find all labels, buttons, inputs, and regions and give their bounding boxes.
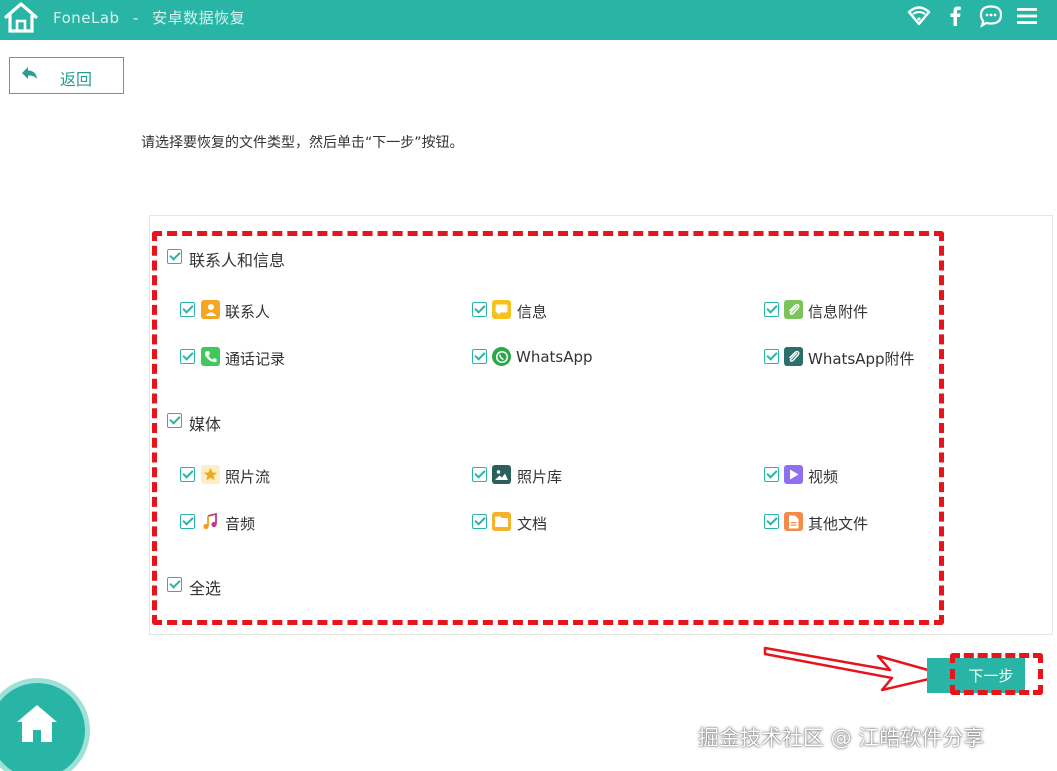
home-button[interactable] — [0, 678, 90, 771]
menu-icon[interactable] — [1015, 4, 1039, 28]
back-button-label: 返回 — [60, 70, 93, 89]
annotation-highlight-box — [152, 231, 944, 625]
wifi-icon[interactable] — [907, 4, 931, 28]
back-button[interactable]: 返回 — [9, 57, 124, 94]
facebook-icon[interactable] — [943, 4, 967, 28]
chat-icon[interactable] — [979, 4, 1003, 28]
app-title: FoneLab - 安卓数据恢复 — [53, 7, 245, 28]
app-name: FoneLab — [53, 9, 120, 27]
module-name: 安卓数据恢复 — [152, 9, 246, 27]
instruction-text: 请选择要恢复的文件类型，然后单击“下一步”按钮。 — [141, 135, 464, 151]
title-bar: FoneLab - 安卓数据恢复 — [0, 0, 1057, 40]
annotation-arrow — [760, 640, 950, 704]
home-icon[interactable] — [2, 0, 40, 36]
next-button-highlight — [950, 653, 1043, 695]
title-bar-icons — [907, 4, 1039, 28]
home-corner-icon — [14, 700, 60, 750]
watermark-text: 掘金技术社区 @ 江皓软件分享 — [698, 726, 985, 750]
title-separator: - — [132, 9, 139, 27]
back-arrow-icon — [20, 66, 40, 88]
